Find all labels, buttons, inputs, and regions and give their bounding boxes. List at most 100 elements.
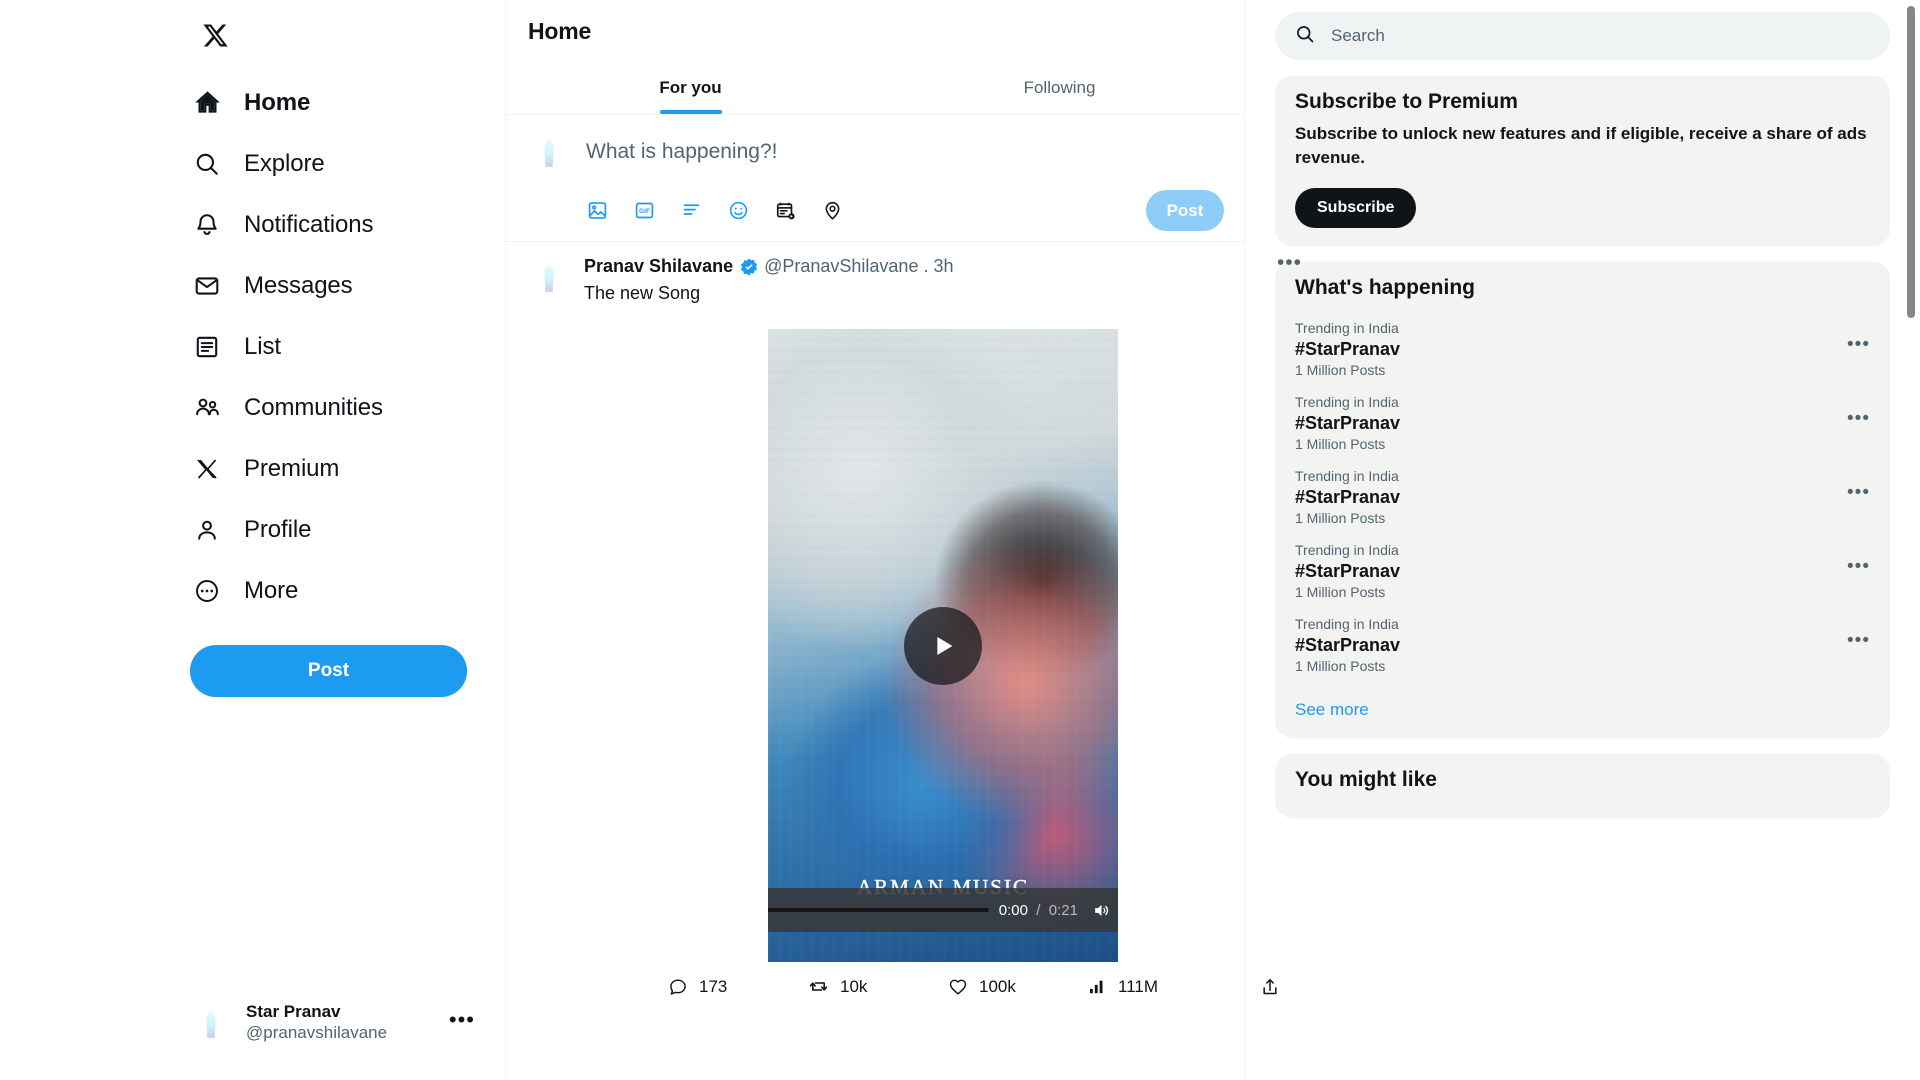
verified-badge-icon — [739, 257, 759, 277]
views-count: 111M — [1118, 976, 1159, 996]
sidebar-item-label: More — [244, 576, 299, 604]
trend-category: Trending in India — [1295, 393, 1399, 410]
emoji-icon[interactable] — [727, 199, 750, 222]
page-scrollbar[interactable] — [1904, 0, 1918, 1080]
tweet-author-avatar[interactable] — [528, 256, 570, 298]
trend-category: Trending in India — [1295, 319, 1399, 336]
trend-category: Trending in India — [1295, 541, 1399, 558]
subscribe-button[interactable]: Subscribe — [1295, 187, 1417, 228]
list-icon — [190, 330, 224, 364]
ellipsis-icon[interactable]: ••• — [449, 1009, 475, 1031]
volume-icon[interactable] — [1088, 897, 1114, 923]
video-scrubber[interactable] — [768, 903, 989, 917]
reply-action[interactable]: 173 — [668, 977, 808, 997]
you-might-like-title: You might like — [1295, 767, 1437, 791]
premium-title: Subscribe to Premium — [1295, 90, 1518, 113]
schedule-icon[interactable] — [774, 199, 797, 222]
compose-input[interactable]: What is happening?! — [586, 131, 1224, 164]
trend-tag: #StarPranav — [1295, 634, 1401, 655]
search-icon — [190, 147, 224, 181]
image-icon[interactable] — [586, 199, 609, 222]
sidebar-item-list[interactable]: List — [190, 316, 480, 377]
play-overlay-button[interactable] — [904, 606, 982, 685]
tab-following[interactable]: Following — [875, 61, 1244, 114]
like-action[interactable]: 100k — [948, 977, 1088, 997]
premium-card: Subscribe to Premium Subscribe to unlock… — [1275, 76, 1890, 246]
sidebar-item-label: Home — [244, 88, 311, 116]
sidebar-item-messages[interactable]: Messages — [190, 255, 480, 316]
video-controls: 0:00 / 0:21 — [768, 888, 1118, 932]
avatar — [190, 1002, 232, 1044]
sidebar-item-explore[interactable]: Explore — [190, 133, 480, 194]
sidebar-item-label: Explore — [244, 149, 325, 177]
sidebar-item-more[interactable]: More — [190, 560, 480, 621]
video-time: 0:00 / 0:21 — [999, 902, 1078, 919]
gif-icon[interactable]: GIF — [633, 199, 656, 222]
trend-item[interactable]: Trending in India #StarPranav 1 Million … — [1295, 604, 1870, 678]
video-current-time: 0:00 — [998, 901, 1028, 919]
sidebar-item-profile[interactable]: Profile — [190, 499, 480, 560]
tweet-display-name[interactable]: Pranav Shilavane — [584, 256, 733, 277]
trend-count: 1 Million Posts — [1295, 509, 1386, 526]
x-icon — [190, 452, 224, 486]
sidebar-item-notifications[interactable]: Notifications — [190, 194, 480, 255]
tweet-handle: @PranavShilavane — [764, 256, 919, 276]
x-logo-icon[interactable] — [192, 12, 238, 58]
trend-item[interactable]: Trending in India #StarPranav 1 Million … — [1295, 382, 1870, 456]
share-action[interactable] — [1260, 977, 1280, 997]
person-icon — [190, 513, 224, 547]
reply-count: 173 — [699, 976, 728, 996]
trend-category: Trending in India — [1295, 615, 1399, 632]
sidebar-item-label: Profile — [244, 515, 312, 543]
trend-menu-icon[interactable]: ••• — [1847, 335, 1870, 354]
retweet-count: 10k — [840, 976, 868, 996]
account-switcher[interactable]: Star Pranav @pranavshilavane ••• — [190, 1002, 475, 1044]
trend-menu-icon[interactable]: ••• — [1847, 557, 1870, 576]
video-duration: 0:21 — [1048, 901, 1078, 919]
bell-icon — [190, 208, 224, 242]
search-icon — [1295, 24, 1315, 49]
page-title: Home — [528, 18, 592, 44]
post-button-compose[interactable]: Post — [1146, 190, 1224, 231]
trend-menu-icon[interactable]: ••• — [1847, 409, 1870, 428]
views-action[interactable]: 111M — [1088, 977, 1228, 997]
whats-happening-card: What's happening Trending in India #Star… — [1275, 261, 1890, 738]
trend-item[interactable]: Trending in India #StarPranav 1 Million … — [1295, 456, 1870, 530]
location-icon[interactable] — [821, 199, 844, 222]
whats-happening-title: What's happening — [1295, 275, 1475, 299]
tweet-actions: 173 10k 100k 111M — [584, 962, 1302, 997]
compose-box: What is happening?! GIF Post — [506, 115, 1244, 242]
sidebar-item-communities[interactable]: Communities — [190, 377, 480, 438]
tweet-menu-icon[interactable]: ••• — [1277, 252, 1302, 275]
compose-icon-row: GIF — [586, 199, 1146, 222]
trend-count: 1 Million Posts — [1295, 361, 1386, 378]
retweet-action[interactable]: 10k — [808, 976, 948, 997]
trend-item[interactable]: Trending in India #StarPranav 1 Million … — [1295, 308, 1870, 382]
search-input[interactable]: Search — [1331, 26, 1385, 46]
see-more-link[interactable]: See more — [1295, 700, 1870, 720]
scrollbar-thumb[interactable] — [1907, 6, 1915, 318]
tweet-content: Pranav Shilavane @PranavShilavane . 3h •… — [570, 252, 1302, 997]
video-player[interactable]: ARMAN MUSIC 0:00 / 0:21 — [768, 329, 1118, 962]
sidebar-item-label: List — [244, 332, 281, 360]
main-feed: Home For you Following What is happening… — [505, 0, 1301, 1080]
video-container: ARMAN MUSIC 0:00 / 0:21 — [584, 329, 1302, 962]
retweet-icon — [809, 982, 828, 991]
tab-for-you[interactable]: For you — [506, 61, 875, 114]
envelope-icon — [190, 269, 224, 303]
trend-menu-icon[interactable]: ••• — [1847, 483, 1870, 502]
reply-icon — [670, 978, 686, 995]
sidebar-item-home[interactable]: Home — [190, 72, 480, 133]
svg-text:GIF: GIF — [639, 208, 650, 215]
trend-tag: #StarPranav — [1295, 486, 1401, 507]
poll-icon[interactable] — [680, 199, 703, 222]
search-bar[interactable]: Search — [1275, 12, 1890, 60]
trend-item[interactable]: Trending in India #StarPranav 1 Million … — [1295, 530, 1870, 604]
tweet-text: The new Song — [584, 283, 701, 303]
trend-menu-icon[interactable]: ••• — [1847, 631, 1870, 650]
compose-body: What is happening?! GIF Post — [570, 131, 1224, 231]
sidebar-item-premium[interactable]: Premium — [190, 438, 480, 499]
left-sidebar: Home Explore Notifications Messages List — [0, 0, 505, 1080]
feed-tabs: For you Following — [506, 61, 1244, 115]
post-button-sidebar[interactable]: Post — [190, 645, 467, 697]
